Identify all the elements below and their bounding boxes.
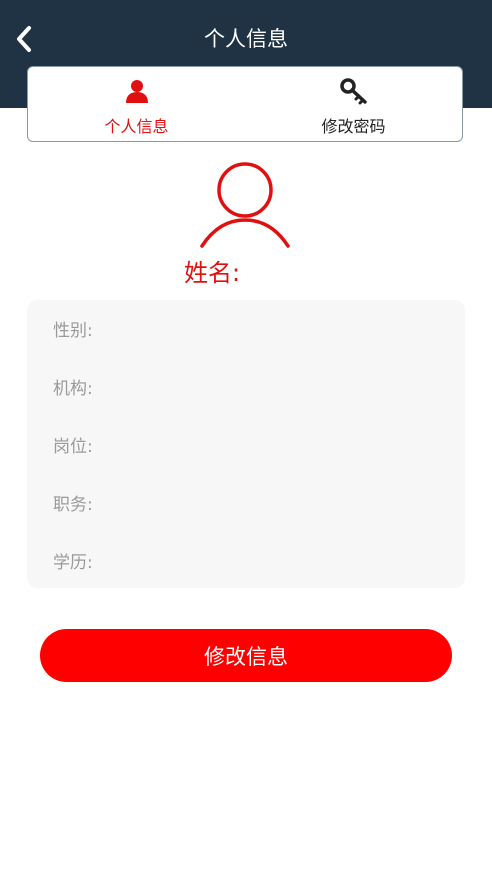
tab-change-password-label: 修改密码 <box>321 117 386 136</box>
tab-change-password[interactable]: 修改密码 <box>245 67 462 141</box>
duty-label: 职务: <box>53 495 93 515</box>
user-outline-icon <box>200 162 290 248</box>
key-icon <box>339 77 369 105</box>
edit-info-button[interactable]: 修改信息 <box>40 629 452 682</box>
tab-personal-info[interactable]: 个人信息 <box>28 67 245 141</box>
post-label: 岗位: <box>53 437 93 457</box>
info-card: 性别: 机构: 岗位: 职务: 学历: <box>27 300 465 588</box>
tab-personal-info-label: 个人信息 <box>104 117 169 136</box>
tab-bar: 个人信息 修改密码 <box>27 66 463 142</box>
page-title: 个人信息 <box>204 27 288 51</box>
education-label: 学历: <box>53 553 93 573</box>
avatar <box>197 160 293 250</box>
gender-label: 性别: <box>53 321 93 341</box>
organization-label: 机构: <box>53 379 93 399</box>
user-icon <box>124 77 150 105</box>
name-label: 姓名: <box>184 259 241 287</box>
